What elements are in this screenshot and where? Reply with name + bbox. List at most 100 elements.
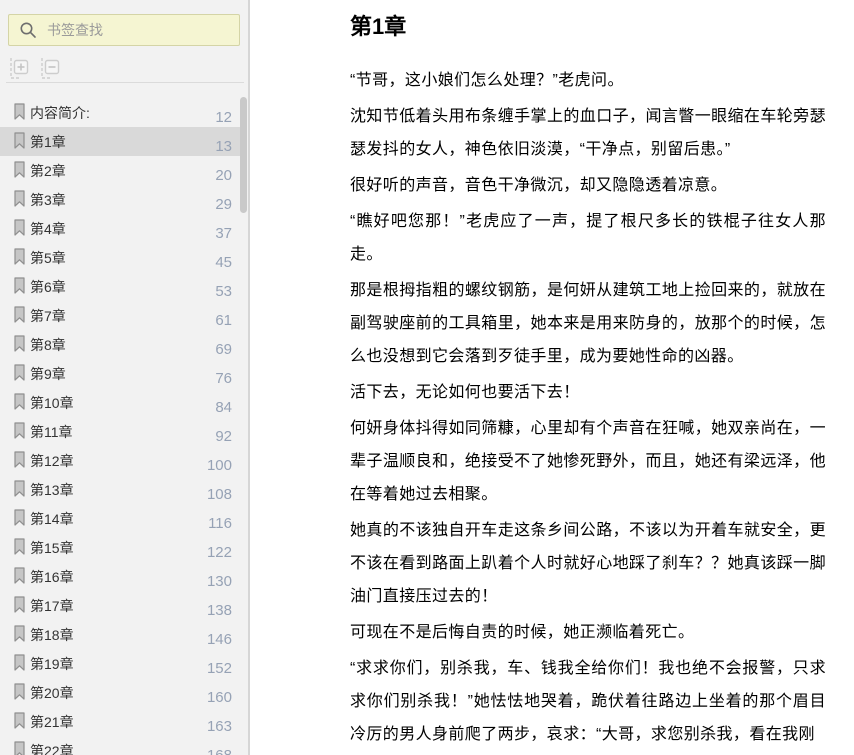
paragraph: 沈知节低着头用布条缠手掌上的血口子，闻言瞥一眼缩在车轮旁瑟瑟发抖的女人，神色依旧… <box>350 108 826 158</box>
bookmark-item[interactable]: 第15章 122 <box>0 533 240 562</box>
bookmark-list: 内容简介: 12 第1章 13 第2章 20 第3章 29 第4章 37 第5章… <box>0 98 240 755</box>
bookmark-label: 第3章 <box>30 192 66 208</box>
chapter-title: 第1章 <box>350 14 407 39</box>
bookmark-icon <box>14 277 25 294</box>
search-icon <box>19 21 37 39</box>
bookmark-item[interactable]: 第18章 146 <box>0 620 240 649</box>
bookmark-item[interactable]: 第4章 37 <box>0 214 240 243</box>
bookmark-label: 第17章 <box>30 598 74 614</box>
bookmark-item[interactable]: 第10章 84 <box>0 388 240 417</box>
bookmark-icon <box>14 190 25 207</box>
bookmark-item[interactable]: 第20章 160 <box>0 678 240 707</box>
bookmark-page-number: 69 <box>215 341 232 358</box>
collapse-all-icon[interactable] <box>40 57 60 80</box>
bookmark-page-number: 116 <box>208 515 232 532</box>
bookmark-item[interactable]: 第11章 92 <box>0 417 240 446</box>
bookmark-page-number: 138 <box>206 602 232 619</box>
bookmark-label: 第21章 <box>30 714 74 730</box>
reading-pane: 第1章 “节哥，这小娘们怎么处理？”老虎问。 沈知节低着头用布条缠手掌上的血口子… <box>250 0 854 755</box>
bookmark-page-number: 61 <box>215 312 232 329</box>
bookmark-icon <box>14 306 25 323</box>
paragraph: 可现在不是后悔自责的时候，她正濒临着死亡。 <box>350 624 695 641</box>
bookmark-label: 第8章 <box>30 337 66 353</box>
ebook-reader-window: 内容简介: 12 第1章 13 <box>0 0 854 755</box>
bookmark-item[interactable]: 第17章 138 <box>0 591 240 620</box>
bookmark-label: 第2章 <box>30 163 66 179</box>
bookmark-label: 第13章 <box>30 482 74 498</box>
bookmark-label: 第22章 <box>30 743 74 755</box>
bookmark-icon <box>14 625 25 642</box>
bookmark-item[interactable]: 第6章 53 <box>0 272 240 301</box>
bookmark-item[interactable]: 第9章 76 <box>0 359 240 388</box>
bookmark-label: 第9章 <box>30 366 66 382</box>
paragraph: “瞧好吧您那！”老虎应了一声，提了根尺多长的铁棍子往女人那走。 <box>350 213 826 263</box>
search-input[interactable] <box>45 21 233 39</box>
bookmark-item[interactable]: 第13章 108 <box>0 475 240 504</box>
bookmark-icon <box>14 683 25 700</box>
bookmark-page-number: 146 <box>206 631 232 648</box>
expand-all-icon[interactable] <box>9 57 29 80</box>
bookmark-label: 第11章 <box>30 424 73 440</box>
bookmark-item[interactable]: 第5章 45 <box>0 243 240 272</box>
bookmark-label: 第12章 <box>30 453 74 469</box>
bookmark-item[interactable]: 第12章 100 <box>0 446 240 475</box>
sidebar-scrollbar-thumb[interactable] <box>240 97 247 213</box>
paragraph: 很好听的声音，音色干净微沉，却又隐隐透着凉意。 <box>350 177 728 194</box>
bookmark-label: 第6章 <box>30 279 66 295</box>
bookmark-icon <box>14 567 25 584</box>
bookmark-item[interactable]: 第14章 116 <box>0 504 240 533</box>
paragraph: 何妍身体抖得如同筛糠，心里却有个声音在狂喊，她双亲尚在，一辈子温顺良和，绝接受不… <box>350 420 826 503</box>
bookmark-label: 第10章 <box>30 395 74 411</box>
bookmark-label: 第7章 <box>30 308 66 324</box>
bookmark-page-number: 13 <box>215 138 232 155</box>
bookmark-page-number: 108 <box>206 486 232 503</box>
paragraph: 她真的不该独自开车走这条乡间公路，不该以为开着车就安全，更不该在看到路面上趴着个… <box>350 522 826 605</box>
bookmark-page-number: 168 <box>207 747 232 755</box>
bookmark-page-number: 160 <box>206 689 232 706</box>
bookmark-icon <box>14 103 25 120</box>
bookmark-label: 第16章 <box>30 569 74 585</box>
bookmark-item[interactable]: 第21章 163 <box>0 707 240 736</box>
bookmark-item[interactable]: 第8章 69 <box>0 330 240 359</box>
paragraph: 那是根拇指粗的螺纹钢筋，是何妍从建筑工地上捡回来的，就放在副驾驶座前的工具箱里，… <box>350 282 826 365</box>
bookmark-page-number: 20 <box>215 167 232 184</box>
bookmark-page-number: 76 <box>215 370 232 387</box>
bookmark-page-number: 45 <box>215 254 232 271</box>
bookmark-item[interactable]: 第7章 61 <box>0 301 240 330</box>
bookmark-label: 第14章 <box>30 511 74 527</box>
paragraph: 活下去，无论如何也要活下去！ <box>350 384 580 401</box>
bookmark-icon <box>14 132 25 149</box>
bookmark-item[interactable]: 第2章 20 <box>0 156 240 185</box>
paragraph: “节哥，这小娘们怎么处理？”老虎问。 <box>350 72 624 89</box>
bookmark-icon <box>14 596 25 613</box>
bookmark-label: 第19章 <box>30 656 74 672</box>
bookmark-tree-toolbar <box>9 57 60 80</box>
bookmark-item[interactable]: 第3章 29 <box>0 185 240 214</box>
bookmark-icon <box>14 538 25 555</box>
bookmark-sidebar: 内容简介: 12 第1章 13 <box>0 0 250 755</box>
bookmark-label: 第18章 <box>30 627 74 643</box>
bookmark-icon <box>14 451 25 468</box>
bookmark-icon <box>14 422 25 439</box>
bookmark-icon <box>14 364 25 381</box>
bookmark-icon <box>14 712 25 729</box>
bookmark-item[interactable]: 第1章 13 <box>0 127 240 156</box>
bookmark-label: 第15章 <box>30 540 74 556</box>
bookmark-icon <box>14 161 25 178</box>
bookmark-label: 第1章 <box>30 134 66 150</box>
bookmark-page-number: 100 <box>206 457 232 474</box>
bookmark-item[interactable]: 内容简介: 12 <box>0 98 240 127</box>
bookmark-page-number: 92 <box>215 428 232 445</box>
bookmark-icon <box>14 219 25 236</box>
bookmark-page-number: 163 <box>206 718 232 735</box>
bookmark-item[interactable]: 第16章 130 <box>0 562 240 591</box>
paragraph-container: “节哥，这小娘们怎么处理？”老虎问。 沈知节低着头用布条缠手掌上的血口子，闻言瞥… <box>350 64 826 751</box>
bookmark-icon <box>14 509 25 526</box>
bookmark-item[interactable]: 第22章 168 <box>0 736 240 755</box>
bookmark-item[interactable]: 第19章 152 <box>0 649 240 678</box>
bookmark-page-number: 29 <box>215 196 232 213</box>
bookmark-icon <box>14 393 25 410</box>
bookmark-page-number: 152 <box>206 660 232 677</box>
bookmark-label: 第4章 <box>30 221 66 237</box>
sidebar-divider <box>6 82 244 83</box>
